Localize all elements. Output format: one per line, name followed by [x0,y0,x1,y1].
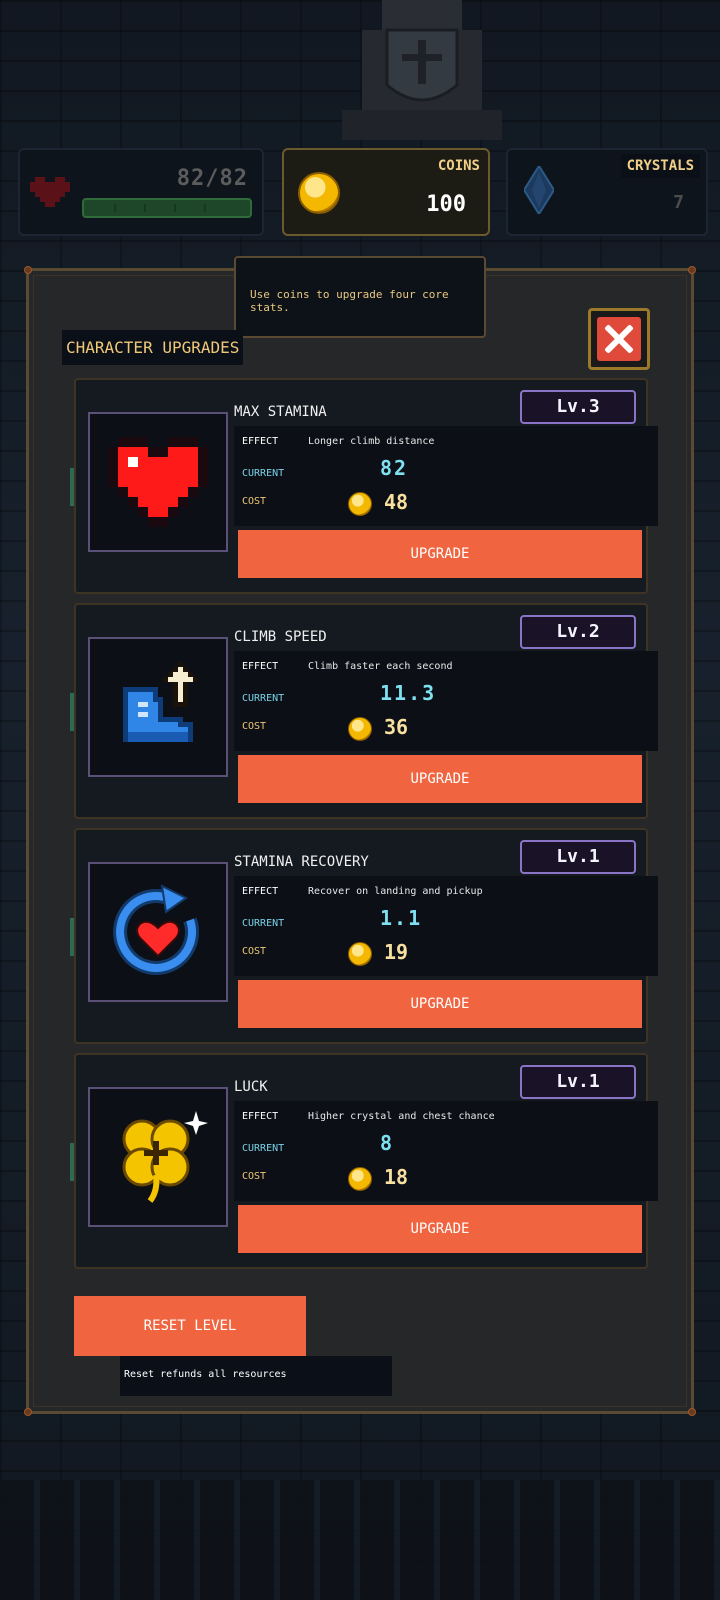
reset-note: Reset refunds all resources [120,1356,392,1396]
cost-label: COST [242,1171,267,1182]
icon-frame [88,862,228,1002]
coin-icon [348,942,372,966]
cost-value: 19 [384,940,409,964]
upgrade-button[interactable]: UPGRADE [238,755,642,803]
effect-label: EFFECT [242,1111,279,1122]
cost-label: COST [242,496,267,507]
panel-corner [688,266,696,274]
health-panel: 82/82 [18,148,264,236]
icon-frame [88,412,228,552]
crystals-label: CRYSTALS [620,154,700,178]
icon-frame [88,637,228,777]
cost-value: 48 [384,490,409,514]
crystal-panel: CRYSTALS 7 [506,148,708,236]
effect-label: EFFECT [242,886,279,897]
knight-statue-icon [342,0,502,140]
effect-label: EFFECT [242,661,279,672]
effect-text: Climb faster each second [308,661,453,672]
icon-frame [88,1087,228,1227]
current-value: 1.1 [380,906,423,930]
close-icon [597,317,641,361]
effect-text: Longer climb distance [308,436,435,447]
current-value: 11.3 [380,681,437,705]
current-label: CURRENT [242,693,285,704]
current-label: CURRENT [242,918,285,929]
close-button[interactable] [588,308,650,370]
current-label: CURRENT [242,1143,285,1154]
coins-value: 100 [426,192,466,217]
current-value: 82 [380,456,409,480]
upgrade-name: STAMINA RECOVERY [234,854,369,870]
card-edge [70,468,74,506]
upgrade-card-luck: LUCK Lv.1 EFFECT Higher crystal and ches… [70,1053,658,1269]
upgrade-name: LUCK [234,1079,268,1095]
card-edge [70,918,74,956]
coin-icon [298,172,340,214]
level-badge: Lv.2 [520,615,636,649]
upgrade-name: CLIMB SPEED [234,629,327,645]
crystals-value: 7 [673,192,684,213]
coins-label: COINS [437,158,480,174]
health-bar [82,198,252,218]
upgrade-button[interactable]: UPGRADE [238,980,642,1028]
effect-label: EFFECT [242,436,279,447]
panel-corner [688,1408,696,1416]
card-edge [70,1143,74,1181]
reset-level-button[interactable]: RESET LEVEL [74,1296,306,1356]
coin-panel: COINS 100 [282,148,490,236]
stat-box: EFFECT Climb faster each second CURRENT … [234,651,658,751]
level-badge: Lv.1 [520,840,636,874]
cost-value: 36 [384,715,409,739]
coin-icon [348,717,372,741]
upgrade-name: MAX STAMINA [234,404,327,420]
cost-label: COST [242,721,267,732]
current-value: 8 [380,1131,395,1155]
effect-text: Recover on landing and pickup [308,886,483,897]
panel-corner [24,266,32,274]
stat-box: EFFECT Higher crystal and chest chance C… [234,1101,658,1201]
upgrade-card-climb-speed: CLIMB SPEED Lv.2 EFFECT Climb faster eac… [70,603,658,819]
effect-text: Higher crystal and chest chance [308,1111,495,1122]
boot-icon [123,662,198,742]
upgrade-card-stamina-recovery: STAMINA RECOVERY Lv.1 EFFECT Recover on … [70,828,658,1044]
panel-title: CHARACTER UPGRADES [62,330,244,365]
card-edge [70,693,74,731]
upgrade-button[interactable]: UPGRADE [238,530,642,578]
cost-value: 18 [384,1165,409,1189]
tooltip: Use coins to upgrade four core stats. [234,256,486,338]
level-badge: Lv.1 [520,1065,636,1099]
cost-label: COST [242,946,267,957]
heart-icon [108,437,208,527]
dungeon-floor [0,1480,720,1600]
tooltip-text: Use coins to upgrade four core stats. [250,288,449,314]
clover-icon [122,1111,208,1203]
current-label: CURRENT [242,468,285,479]
crystal-icon [524,166,554,214]
health-value: 82/82 [176,166,248,191]
stat-box: EFFECT Recover on landing and pickup CUR… [234,876,658,976]
upgrade-button[interactable]: UPGRADE [238,1205,642,1253]
heart-icon [30,177,70,207]
panel-corner [24,1408,32,1416]
upgrade-card-max-stamina: MAX STAMINA Lv.3 EFFECT Longer climb dis… [70,378,658,594]
coin-icon [348,1167,372,1191]
stat-box: EFFECT Longer climb distance CURRENT 82 … [234,426,658,526]
coin-icon [348,492,372,516]
recovery-icon [113,884,199,975]
level-badge: Lv.3 [520,390,636,424]
